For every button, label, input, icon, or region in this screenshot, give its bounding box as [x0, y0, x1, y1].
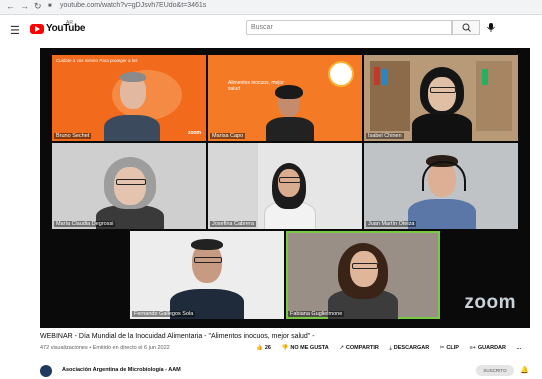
slide-text: Cuidate a vos mismo Para proteger a los	[56, 58, 138, 63]
participant-face	[278, 169, 300, 197]
subscribe-button[interactable]: SUSCRITO	[476, 365, 514, 376]
participant-tile: Josefina Cabrera	[208, 143, 362, 229]
download-button[interactable]: ⤓ DESCARGAR	[389, 345, 429, 352]
region-code: AR	[66, 20, 73, 26]
clip-icon: ✂	[439, 345, 445, 351]
participant-name: Juan Martín Oteiza	[366, 221, 417, 227]
video-title: WEBINAR - Día Mundial de la Inocuidad Al…	[40, 333, 315, 340]
participant-face	[114, 167, 146, 205]
save-icon: ≡+	[469, 345, 476, 351]
video-actions: 👍 26 👎 NO ME GUSTA ↗ COMPARTIR ⤓ DESCARGAR ✂…	[256, 345, 530, 352]
participant-tile: Cuidate a vos mismo Para proteger a los …	[52, 55, 206, 141]
participant-name: Josefina Cabrera	[210, 221, 256, 227]
video-player[interactable]: Cuidate a vos mismo Para proteger a los …	[40, 48, 530, 328]
download-icon: ⤓	[389, 345, 392, 351]
share-icon: ↗	[339, 345, 344, 351]
participant-name: Fernando Gallegos Sola	[132, 311, 196, 317]
participant-face	[350, 251, 378, 287]
clip-button[interactable]: ✂ CLIP	[440, 345, 459, 351]
like-button[interactable]: 👍 26	[256, 345, 271, 351]
channel-name[interactable]: Asociación Argentina de Microbiología - …	[62, 367, 181, 373]
mic-icon	[487, 23, 495, 32]
participant-tile: Alimentos inocuos, mejor salud Marisa Ca…	[208, 55, 362, 141]
zoom-tag: zoom	[187, 130, 201, 136]
participant-name: Marisa Capo	[210, 133, 246, 139]
participant-tile: María Claudia Degrossi	[52, 143, 206, 229]
participant-name: Isabel Chinen	[366, 133, 404, 139]
participant-tile-active: Fabiana Guglielmone	[286, 231, 440, 319]
more-button[interactable]: ...	[517, 345, 522, 351]
participant-name: María Claudia Degrossi	[54, 221, 116, 227]
youtube-logo-icon[interactable]	[30, 24, 44, 34]
forward-icon[interactable]: →	[20, 1, 29, 11]
event-logo-icon	[328, 61, 354, 87]
participant-name: Bruno Sechet	[54, 133, 92, 139]
headset-icon	[422, 161, 466, 191]
search-button[interactable]	[452, 20, 480, 35]
participant-tile: Juan Martín Oteiza	[364, 143, 518, 229]
lock-icon: ■	[48, 3, 52, 9]
participant-face	[428, 77, 456, 111]
search-input[interactable]	[246, 20, 452, 35]
voice-search-button[interactable]	[484, 20, 498, 35]
dislike-icon: 👎	[281, 345, 289, 351]
save-button[interactable]: ≡+ GUARDAR	[469, 345, 506, 351]
video-meta: 472 visualizaciones • Emitido en directo…	[40, 345, 170, 351]
address-bar[interactable]: youtube.com/watch?v=gDJsvh7EUdo&t=3461s	[60, 2, 206, 9]
participant-tile: Isabel Chinen	[364, 55, 518, 141]
back-icon[interactable]: ←	[6, 1, 15, 11]
channel-avatar[interactable]	[40, 365, 52, 377]
search-icon	[462, 23, 471, 32]
menu-icon[interactable]: ☰	[10, 24, 20, 37]
bell-icon[interactable]: 🔔	[520, 366, 529, 374]
share-button[interactable]: ↗ COMPARTIR	[339, 345, 379, 351]
participant-tile: Fernando Gallegos Sola	[130, 231, 284, 319]
zoom-watermark: zoom	[464, 292, 516, 313]
reload-icon[interactable]: ↻	[34, 1, 42, 12]
like-icon: 👍	[256, 345, 263, 351]
participant-name: Fabiana Guglielmone	[288, 311, 345, 317]
dislike-button[interactable]: 👎 NO ME GUSTA	[282, 345, 329, 351]
